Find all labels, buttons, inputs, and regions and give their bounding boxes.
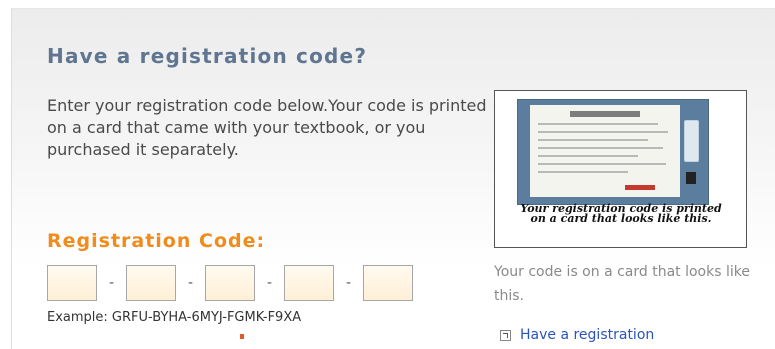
code-field-1[interactable] [47, 265, 97, 301]
card-logo-icon [686, 172, 696, 184]
code-field-5[interactable] [363, 265, 413, 301]
help-link-label[interactable]: Have a registration [520, 327, 654, 343]
card-brand-mark [625, 185, 655, 190]
card-text-line [538, 171, 628, 173]
card-text-line [538, 139, 648, 141]
help-link[interactable]: Have a registration [500, 327, 654, 343]
registration-code-inputs: - - - - [47, 264, 413, 302]
code-example-text: Example: GRFU-BYHA-6MYJ-FGMK-F9XA [47, 310, 302, 325]
page-title: Have a registration code? [47, 44, 368, 68]
code-field-3[interactable] [205, 265, 255, 301]
registration-code-label: Registration Code: [47, 230, 266, 252]
intro-text: Enter your registration code below.Your … [47, 96, 487, 159]
registration-card-image: Your registration code is printed on a c… [494, 90, 747, 248]
code-separator: - [266, 275, 273, 291]
code-field-2[interactable] [126, 265, 176, 301]
card-text-line [538, 123, 658, 125]
card-heading-bar [570, 111, 640, 117]
card-note-text: Your code is on a card that looks like t… [494, 264, 750, 304]
card-text-line [538, 147, 663, 149]
code-field-4[interactable] [284, 265, 334, 301]
code-separator: - [108, 275, 115, 291]
code-separator: - [187, 275, 194, 291]
card-text-line [538, 155, 638, 157]
card-illustration [517, 99, 709, 205]
card-printout [530, 105, 680, 197]
card-caption: Your registration code is printed on a c… [520, 202, 722, 225]
code-separator: - [345, 275, 352, 291]
card-text-line [538, 131, 668, 133]
card-code-strip [684, 120, 699, 162]
cursor-indicator [240, 334, 244, 339]
card-text-line [538, 163, 666, 165]
